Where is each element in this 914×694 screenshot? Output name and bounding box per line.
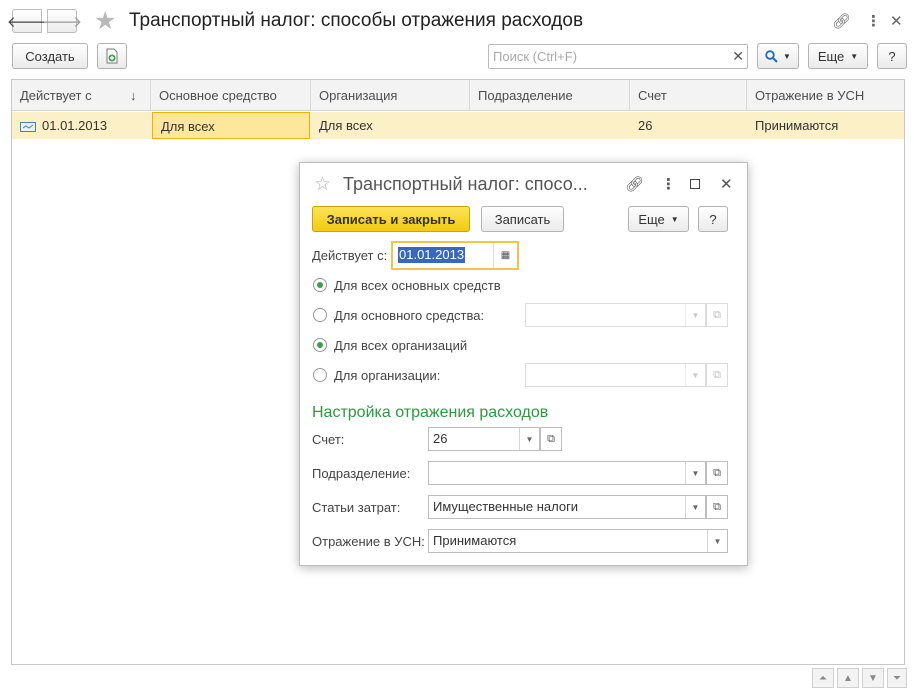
close-icon[interactable]: ✕ xyxy=(890,12,903,30)
dialog-title: Транспортный налог: спосо... xyxy=(343,174,588,194)
cell-account[interactable]: 26 xyxy=(630,112,747,139)
search-options-button[interactable]: ▼ xyxy=(757,43,799,69)
section-title: Настройка отражения расходов xyxy=(312,404,549,421)
radio-all-assets-label[interactable]: Для всех основных средств xyxy=(334,278,501,293)
favorite-star-icon[interactable]: ☆ xyxy=(314,173,331,196)
open-icon: ⧉ xyxy=(547,432,555,445)
link-icon[interactable]: 🔗︎ xyxy=(832,12,851,30)
open-icon: ⧉ xyxy=(713,308,721,321)
close-icon[interactable]: ✕ xyxy=(720,175,733,193)
radio-one-asset[interactable] xyxy=(313,308,327,322)
open-department-button[interactable]: ⧉ xyxy=(706,461,728,485)
date-input[interactable]: 01.01.2013 xyxy=(398,247,466,263)
add-document-icon xyxy=(106,48,118,64)
back-button[interactable]: 🡐 xyxy=(7,9,47,33)
cost-items-select[interactable]: Имущественные налоги ▼ xyxy=(428,495,706,519)
scroll-down-icon: ▼ xyxy=(868,672,878,684)
scroll-top-button[interactable]: ⏶ xyxy=(812,668,834,688)
radio-one-org[interactable] xyxy=(313,368,327,382)
column-header-department[interactable]: Подразделение xyxy=(470,80,630,111)
help-button[interactable]: ? xyxy=(698,206,728,232)
chevron-down-icon: ▼ xyxy=(685,304,705,326)
column-header-usn[interactable]: Отражение в УСН xyxy=(747,80,904,111)
help-button[interactable]: ? xyxy=(877,43,907,69)
org-select: ▼ xyxy=(525,363,706,387)
open-asset-button: ⧉ xyxy=(706,303,728,327)
search-input[interactable] xyxy=(489,45,719,67)
date-label: Действует с: xyxy=(312,248,388,263)
scroll-up-icon: ▲ xyxy=(843,672,853,684)
account-label: Счет: xyxy=(312,432,345,447)
department-label: Подразделение: xyxy=(312,466,411,481)
cell-department[interactable] xyxy=(470,112,630,139)
table-row[interactable]: 01.01.2013 Для всех Для всех 26 Принимаю… xyxy=(12,112,904,139)
date-field[interactable]: 01.01.2013 ▦ xyxy=(391,241,519,270)
asset-select: ▼ xyxy=(525,303,706,327)
calendar-icon[interactable]: ▦ xyxy=(493,243,517,268)
more-vertical-icon[interactable]: ⋮ xyxy=(661,175,676,193)
create-button[interactable]: Создать xyxy=(12,43,88,69)
usn-select[interactable]: Принимаются ▼ xyxy=(428,529,728,553)
more-button[interactable]: Еще ▼ xyxy=(808,43,868,69)
cell-organization[interactable]: Для всех xyxy=(311,112,470,139)
cost-items-value: Имущественные налоги xyxy=(433,499,579,514)
chevron-down-icon: ▼ xyxy=(783,51,791,61)
favorite-star-icon[interactable]: ★ xyxy=(94,8,116,34)
department-select[interactable]: ▼ xyxy=(428,461,706,485)
account-value: 26 xyxy=(433,431,448,446)
column-header-account[interactable]: Счет xyxy=(630,80,747,111)
open-account-button[interactable]: ⧉ xyxy=(540,427,562,451)
radio-one-asset-label[interactable]: Для основного средства: xyxy=(334,308,484,323)
chevron-down-icon[interactable]: ▼ xyxy=(685,462,705,484)
table-header: Действует с ↓ Основное средство Организац… xyxy=(12,80,904,111)
link-icon[interactable]: 🔗︎ xyxy=(625,175,644,193)
scroll-bottom-button[interactable]: ⏷ xyxy=(887,668,907,688)
scroll-top-icon: ⏶ xyxy=(819,672,827,684)
cell-usn[interactable]: Принимаются xyxy=(747,112,904,139)
search-field[interactable]: ✕ xyxy=(488,44,748,69)
page-title: Транспортный налог: способы отражения ра… xyxy=(129,10,584,31)
chevron-down-icon: ▼ xyxy=(670,214,679,224)
cell-date: 01.01.2013 xyxy=(42,118,108,133)
open-icon: ⧉ xyxy=(713,466,721,479)
save-and-close-button[interactable]: Записать и закрыть xyxy=(312,206,470,232)
open-org-button: ⧉ xyxy=(706,363,728,387)
column-header-asset[interactable]: Основное средство xyxy=(151,80,311,111)
chevron-down-icon: ▼ xyxy=(850,51,859,61)
radio-one-org-label[interactable]: Для организации: xyxy=(334,368,440,383)
arrow-right-icon: 🡒 xyxy=(41,13,83,31)
usn-label: Отражение в УСН: xyxy=(312,534,425,549)
scroll-bottom-icon: ⏷ xyxy=(893,672,901,684)
edit-dialog: ☆ Транспортный налог: спосо... 🔗︎ ⋮ ✕ За… xyxy=(299,162,748,566)
radio-all-orgs-label[interactable]: Для всех организаций xyxy=(334,338,467,353)
copy-button[interactable] xyxy=(97,43,127,69)
cell-asset[interactable]: Для всех xyxy=(152,112,310,139)
search-icon xyxy=(765,49,778,63)
more-vertical-icon[interactable]: ⋮ xyxy=(866,12,881,30)
chevron-down-icon[interactable]: ▼ xyxy=(519,428,539,450)
save-button[interactable]: Записать xyxy=(481,206,564,232)
scroll-down-button[interactable]: ▼ xyxy=(862,668,884,688)
sort-arrow-icon: ↓ xyxy=(130,88,137,103)
forward-button[interactable]: 🡒 xyxy=(42,9,82,33)
column-header-organization[interactable]: Организация xyxy=(311,80,470,111)
cost-items-label: Статьи затрат: xyxy=(312,500,401,515)
scroll-up-button[interactable]: ▲ xyxy=(837,668,859,688)
record-icon xyxy=(20,121,36,132)
maximize-icon[interactable] xyxy=(690,176,700,193)
account-select[interactable]: 26 ▼ xyxy=(428,427,540,451)
open-icon: ⧉ xyxy=(713,500,721,513)
chevron-down-icon[interactable]: ▼ xyxy=(685,496,705,518)
radio-all-orgs[interactable] xyxy=(313,338,327,352)
open-cost-items-button[interactable]: ⧉ xyxy=(706,495,728,519)
more-button[interactable]: Еще ▼ xyxy=(628,206,689,232)
chevron-down-icon[interactable]: ▼ xyxy=(707,530,727,552)
open-icon: ⧉ xyxy=(713,368,721,381)
usn-value: Принимаются xyxy=(433,533,517,548)
chevron-down-icon: ▼ xyxy=(685,364,705,386)
radio-all-assets[interactable] xyxy=(313,278,327,292)
column-header-date[interactable]: Действует с ↓ xyxy=(12,80,151,111)
clear-icon[interactable]: ✕ xyxy=(732,48,744,65)
